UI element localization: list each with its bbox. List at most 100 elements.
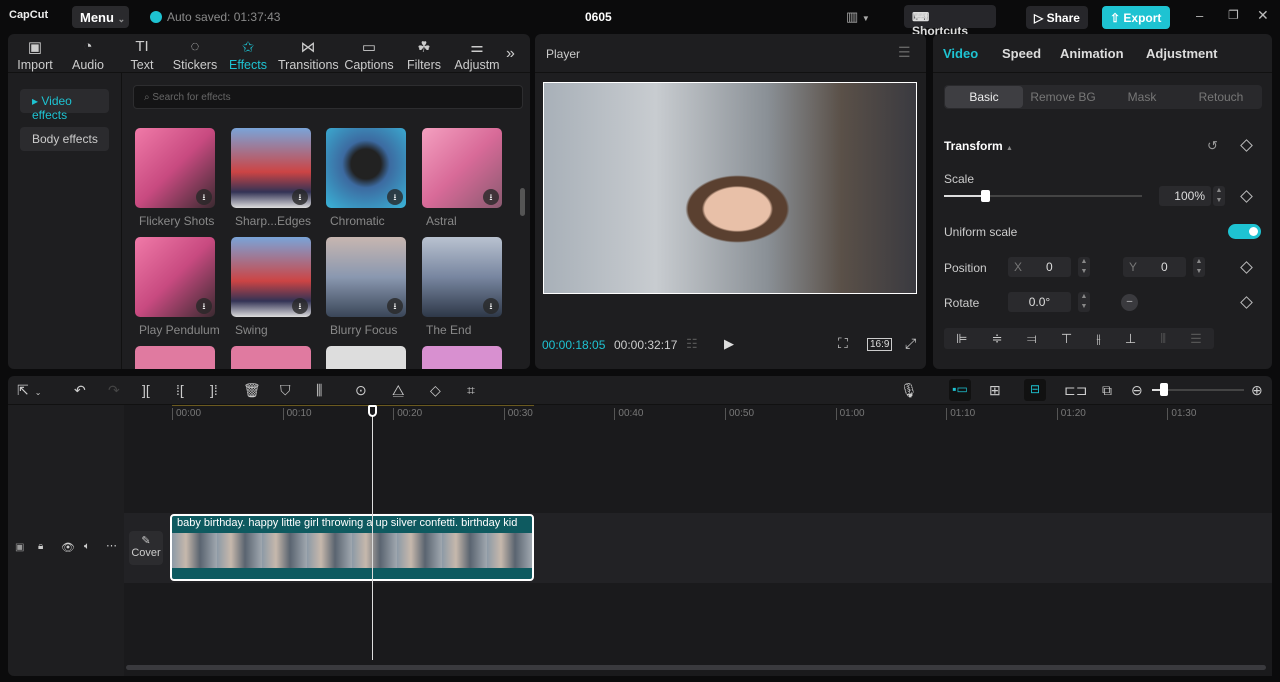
toolbar-transitions[interactable]: ⋈ Transitions bbox=[278, 38, 339, 72]
effects-search-input[interactable]: ⌕ Search for effects bbox=[133, 85, 523, 109]
menu-button[interactable]: Menu ⌄ bbox=[72, 6, 129, 28]
reverse-icon[interactable]: ⊙ bbox=[355, 382, 367, 399]
microphone-icon[interactable]: 🎙︎ bbox=[900, 382, 918, 399]
download-icon[interactable]: ⭳ bbox=[483, 189, 499, 205]
play-button[interactable]: ▶ bbox=[724, 336, 734, 352]
auto-snap-icon[interactable]: ⊞ bbox=[989, 382, 1001, 399]
select-tool-icon[interactable]: ⇱ ⌄ bbox=[17, 382, 41, 399]
export-button[interactable]: ⇧ Export bbox=[1102, 6, 1170, 29]
download-icon[interactable]: ⭳ bbox=[483, 298, 499, 314]
more-tools-icon[interactable]: » bbox=[506, 45, 515, 63]
freeze-icon[interactable]: ⫼ bbox=[316, 382, 322, 399]
share-button[interactable]: ▷ Share bbox=[1026, 6, 1088, 29]
more-icon[interactable]: ⋯ bbox=[106, 539, 117, 552]
mirror-icon[interactable]: ⧋ bbox=[392, 382, 405, 399]
playhead[interactable] bbox=[372, 412, 373, 660]
effect-thumb-the-end[interactable]: ⭳ bbox=[422, 237, 502, 317]
download-icon[interactable]: ⭳ bbox=[387, 189, 403, 205]
track-toggle-icon[interactable]: ▣ bbox=[15, 542, 24, 553]
tab-animation[interactable]: Animation bbox=[1060, 46, 1124, 61]
toolbar-import[interactable]: ▣ Import bbox=[5, 38, 65, 72]
timeline-grid-icon[interactable]: ☷ bbox=[686, 336, 698, 352]
timeline-scrollbar[interactable] bbox=[126, 665, 1266, 670]
split-icon[interactable]: ][ bbox=[142, 382, 150, 398]
subtab-mask[interactable]: Mask bbox=[1103, 86, 1181, 108]
download-icon[interactable]: ⭳ bbox=[292, 298, 308, 314]
subtab-retouch[interactable]: Retouch bbox=[1181, 86, 1261, 108]
position-y-input[interactable]: Y0 bbox=[1123, 257, 1186, 277]
playhead-handle[interactable] bbox=[368, 405, 377, 417]
effect-thumb[interactable] bbox=[135, 346, 215, 369]
download-icon[interactable]: ⭳ bbox=[387, 298, 403, 314]
scale-slider[interactable] bbox=[944, 195, 1142, 197]
align-bottom-icon[interactable]: ⊥ bbox=[1125, 331, 1136, 347]
zoom-out-icon[interactable]: ⊖ bbox=[1131, 382, 1143, 399]
fullscreen-icon[interactable]: ⤢ bbox=[905, 335, 916, 352]
category-video-effects[interactable]: ▸ Video effects bbox=[20, 89, 109, 122]
effect-thumb[interactable] bbox=[422, 346, 502, 369]
zoom-slider-handle[interactable] bbox=[1160, 383, 1168, 396]
effect-thumb-astral[interactable]: ⭳ bbox=[422, 128, 502, 208]
align-center-h-icon[interactable]: ≑ bbox=[992, 331, 1003, 347]
toolbar-effects[interactable]: ✩ Effects bbox=[218, 38, 278, 72]
scale-slider-handle[interactable] bbox=[981, 190, 990, 202]
effect-thumb-blurry-focus[interactable]: ⭳ bbox=[326, 237, 406, 317]
eye-icon[interactable]: 👁︎ bbox=[61, 541, 75, 554]
toolbar-captions[interactable]: ▭ Captions bbox=[339, 38, 399, 72]
rotate-input[interactable]: 0.0° bbox=[1008, 292, 1071, 312]
download-icon[interactable]: ⭳ bbox=[196, 298, 212, 314]
subtab-basic[interactable]: Basic bbox=[945, 86, 1023, 108]
layout-icon[interactable]: ▥ ▼ bbox=[846, 9, 870, 25]
position-y-stepper[interactable]: ▲ ▼ bbox=[1193, 257, 1205, 277]
rotate-dial[interactable]: – bbox=[1121, 294, 1138, 311]
player-menu-icon[interactable]: ☰ bbox=[898, 44, 911, 61]
toolbar-filters[interactable]: ☘ Filters bbox=[394, 38, 454, 72]
category-body-effects[interactable]: Body effects bbox=[20, 127, 109, 151]
crop-icon[interactable]: ⌗ bbox=[467, 382, 475, 399]
position-x-input[interactable]: X0 bbox=[1008, 257, 1071, 277]
cover-button[interactable]: ✎ Cover bbox=[129, 531, 163, 565]
effect-thumb-chromatic[interactable]: ⭳ bbox=[326, 128, 406, 208]
zoom-fit-icon[interactable]: ⛶ bbox=[838, 335, 848, 352]
toolbar-stickers[interactable]: ◌ Stickers bbox=[165, 38, 225, 72]
effects-scrollbar[interactable] bbox=[520, 188, 525, 216]
tab-video[interactable]: Video bbox=[943, 46, 978, 61]
close-button[interactable]: ✕ bbox=[1257, 7, 1269, 24]
delete-icon[interactable]: 🗑︎ bbox=[243, 382, 261, 399]
download-icon[interactable]: ⭳ bbox=[292, 189, 308, 205]
zoom-to-fit-icon[interactable]: ⧉ bbox=[1102, 382, 1112, 399]
effect-thumb[interactable] bbox=[231, 346, 311, 369]
position-x-stepper[interactable]: ▲ ▼ bbox=[1078, 257, 1090, 277]
video-clip[interactable]: baby birthday. happy little girl throwin… bbox=[170, 514, 534, 581]
align-middle-v-icon[interactable]: ⫲ bbox=[1096, 331, 1100, 347]
transform-header[interactable]: Transform ▲ bbox=[944, 139, 1013, 153]
toolbar-adjustment[interactable]: ⚌ Adjustm bbox=[450, 38, 504, 72]
uniform-scale-toggle[interactable] bbox=[1228, 224, 1261, 239]
shortcuts-button[interactable]: ⌨ Shortcuts bbox=[904, 5, 996, 38]
scale-stepper[interactable]: ▲ ▼ bbox=[1213, 186, 1225, 206]
reset-icon[interactable]: ↺ bbox=[1207, 138, 1218, 154]
split-right-icon[interactable]: ]⁞ bbox=[210, 382, 218, 398]
rotate-stepper[interactable]: ▲ ▼ bbox=[1078, 292, 1090, 312]
rotate-icon[interactable]: ◇ bbox=[430, 382, 441, 399]
distribute-v-icon[interactable]: ☰ bbox=[1190, 331, 1202, 347]
toolbar-text[interactable]: TI Text bbox=[112, 38, 172, 72]
effect-thumb-swing[interactable]: ⭳ bbox=[231, 237, 311, 317]
tab-speed[interactable]: Speed bbox=[1002, 46, 1041, 61]
split-left-icon[interactable]: ⁞[ bbox=[176, 382, 184, 398]
effect-thumb-sharp-edges[interactable]: ⭳ bbox=[231, 128, 311, 208]
effect-thumb-play-pendulum[interactable]: ⭳ bbox=[135, 237, 215, 317]
aspect-ratio-button[interactable]: 16:9 bbox=[867, 338, 893, 351]
preview-axis-icon[interactable]: ⊏⊐ bbox=[1064, 382, 1087, 399]
align-top-icon[interactable]: ⊤ bbox=[1061, 331, 1072, 347]
undo-icon[interactable]: ↶ bbox=[74, 382, 86, 399]
linkage-icon[interactable]: ⊟ bbox=[1024, 379, 1046, 401]
marker-icon[interactable]: ⛉ bbox=[280, 382, 291, 399]
subtab-remove-bg[interactable]: Remove BG bbox=[1023, 86, 1103, 108]
video-preview[interactable] bbox=[543, 82, 917, 294]
effect-thumb[interactable] bbox=[326, 346, 406, 369]
tab-adjustment[interactable]: Adjustment bbox=[1146, 46, 1218, 61]
maximize-button[interactable]: ❐ bbox=[1228, 8, 1239, 22]
download-icon[interactable]: ⭳ bbox=[196, 189, 212, 205]
lock-icon[interactable]: 🔒︎ bbox=[38, 541, 43, 552]
